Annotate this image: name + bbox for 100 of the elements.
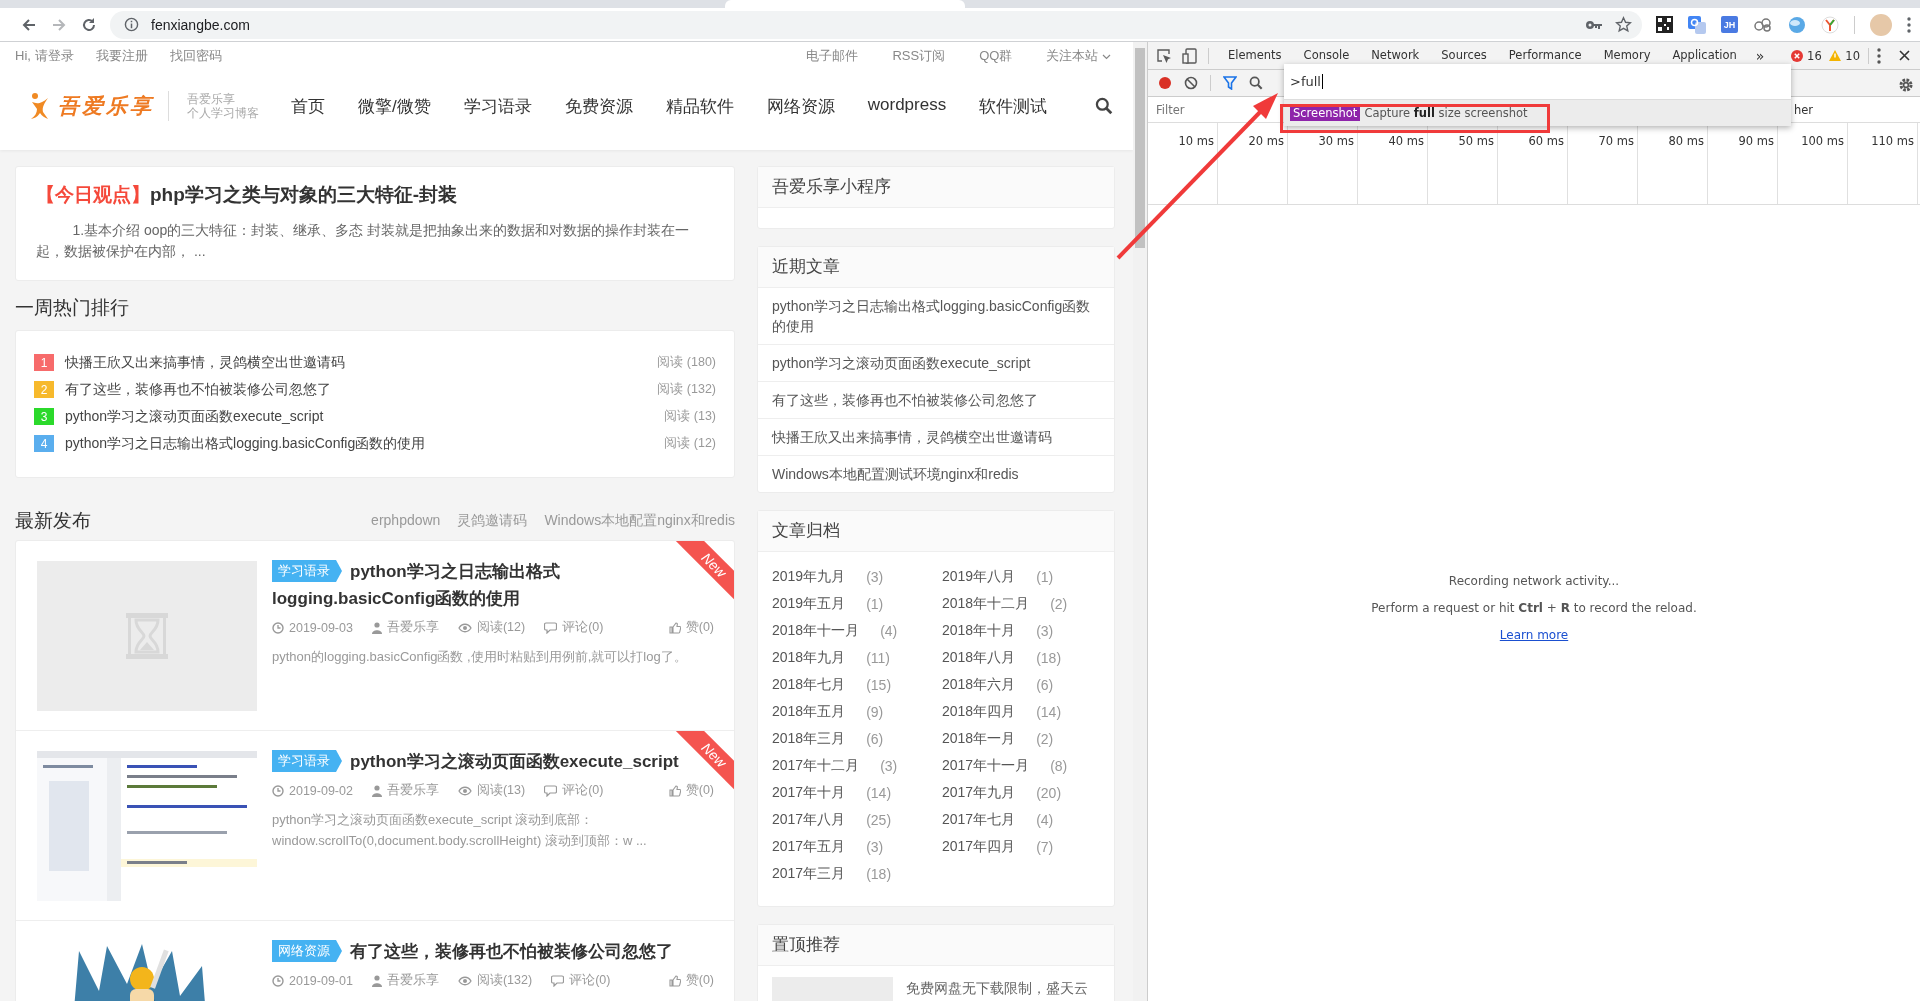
post-date: 2019-09-03 xyxy=(289,620,353,635)
post-title[interactable]: 学习语录 python学习之日志输出格式logging.basicConfig函数的使用 xyxy=(272,558,684,612)
filter-field[interactable]: Filter xyxy=(1154,101,1278,118)
top-link[interactable]: RSS订阅 xyxy=(892,47,946,65)
featured-excerpt: 1.基本介绍 oop的三大特征：封装、继承、多态 封装就是把抽象出来的数据和对数据的操作封装在一起，数据被保护在内部， ... xyxy=(36,221,691,261)
featured-title[interactable]: php学习之类与对象的三大特征-封装 xyxy=(150,184,458,205)
rank-badge: 4 xyxy=(34,435,54,452)
key-icon[interactable] xyxy=(1585,18,1603,31)
record-icon[interactable] xyxy=(1158,76,1172,90)
section-heading: 最新发布 xyxy=(15,509,91,533)
more-icon[interactable] xyxy=(1907,16,1911,33)
archive-link[interactable]: 2019年五月 xyxy=(772,594,846,613)
y-shape-icon[interactable] xyxy=(1821,15,1839,34)
more-icon[interactable] xyxy=(1877,47,1881,64)
archive-link[interactable]: 2018年四月 xyxy=(942,702,1016,721)
top-link[interactable]: 找回密码 xyxy=(169,47,222,65)
recent-post-link[interactable]: Windows本地配置测试环境nginx和redis xyxy=(758,456,1114,492)
nav-link[interactable]: 微擎/微赞 xyxy=(358,94,431,118)
thumbs-up-icon[interactable] xyxy=(668,621,681,634)
comment-icon xyxy=(544,621,558,634)
recent-post-link[interactable]: python学习之日志输出格式logging.basicConfig函数的使用 xyxy=(758,288,1114,345)
nav-link[interactable]: wordpress xyxy=(867,94,947,118)
thumbs-up-icon[interactable] xyxy=(668,784,681,797)
top-link[interactable]: Hi, 请登录 xyxy=(15,47,74,65)
star-icon[interactable] xyxy=(1615,16,1632,33)
command-suggestion[interactable]: Screenshot Capture full size screenshot xyxy=(1284,100,1791,126)
archive-link[interactable]: 2018年三月 xyxy=(772,729,846,748)
archive-link[interactable]: 2018年十一月 xyxy=(772,621,860,640)
nav-link[interactable]: 免费资源 xyxy=(564,94,633,118)
clear-icon[interactable] xyxy=(1184,76,1198,90)
top-link[interactable]: 我要注册 xyxy=(95,47,148,65)
nav-link[interactable]: 学习语录 xyxy=(463,94,532,118)
archive-link[interactable]: 2017年九月 xyxy=(942,783,1016,802)
archive-link[interactable]: 2018年九月 xyxy=(772,648,846,667)
hot-post-link[interactable]: 有了这些，装修再也不怕被装修公司忽悠了 xyxy=(65,380,331,399)
nav-link[interactable]: 精品软件 xyxy=(665,94,734,118)
nav-link[interactable]: 首页 xyxy=(291,94,325,118)
timeline-tick: 50 ms xyxy=(1458,134,1494,148)
timeline-tick: 100 ms xyxy=(1801,134,1844,148)
scrollbar-thumb[interactable] xyxy=(1135,48,1145,248)
filter-option[interactable]: her xyxy=(1794,102,1814,117)
post-title[interactable]: 网络资源 有了这些，装修再也不怕被装修公司忽悠了 xyxy=(272,938,673,965)
archive-link[interactable]: 2017年七月 xyxy=(942,810,1016,829)
info-icon[interactable] xyxy=(124,17,139,32)
back-icon[interactable] xyxy=(21,16,37,33)
recent-post-link[interactable]: 快播王欣又出来搞事情，灵鸽横空出世邀请码 xyxy=(758,419,1114,456)
timeline-tick: 70 ms xyxy=(1598,134,1634,148)
hot-post-link[interactable]: python学习之滚动页面函数execute_script xyxy=(65,407,324,426)
clock-icon xyxy=(272,974,284,987)
archive-count: (3) xyxy=(1036,622,1054,639)
address-bar[interactable]: fenxiangbe.com xyxy=(110,10,1642,39)
device-toggle-icon[interactable] xyxy=(1182,47,1198,64)
close-icon[interactable] xyxy=(1899,50,1910,61)
archive-link[interactable]: 2018年一月 xyxy=(942,729,1016,748)
archive-link[interactable]: 2018年八月 xyxy=(942,648,1016,667)
archive-link[interactable]: 2018年七月 xyxy=(772,675,846,694)
archive-link[interactable]: 2017年五月 xyxy=(772,837,846,856)
chevron-down-icon xyxy=(1102,54,1111,60)
archive-link[interactable]: 2017年十二月 xyxy=(772,756,860,775)
hot-post-link[interactable]: python学习之日志输出格式logging.basicConfig函数的使用 xyxy=(65,434,426,453)
issues-counter[interactable]: 16 10 xyxy=(1791,48,1868,63)
qr-code-icon[interactable] xyxy=(1656,16,1673,33)
archive-link[interactable]: 2018年五月 xyxy=(772,702,846,721)
read-count: 阅读(13) xyxy=(476,782,526,799)
recent-post-link[interactable]: 有了这些，装修再也不怕被装修公司忽悠了 xyxy=(758,382,1114,419)
archive-link[interactable]: 2019年九月 xyxy=(772,567,846,586)
archive-link[interactable]: 2017年八月 xyxy=(772,810,846,829)
archive-link[interactable]: 2018年十月 xyxy=(942,621,1016,640)
search-icon[interactable] xyxy=(1249,76,1263,90)
hot-post-link[interactable]: 快播王欣又出来搞事情，灵鸽横空出世邀请码 xyxy=(65,353,345,372)
search-icon[interactable] xyxy=(1095,97,1113,115)
filter-icon[interactable] xyxy=(1223,76,1237,90)
post-excerpt: python学习之滚动页面函数execute_script 滚动到底部：window.scrollTo(0,document.body.scrollHeight) 滚动到顶部：w ... xyxy=(272,811,648,850)
archive-link[interactable]: 2018年六月 xyxy=(942,675,1016,694)
archive-link[interactable]: 2017年十一月 xyxy=(942,756,1030,775)
thumbs-up-icon[interactable] xyxy=(668,974,681,987)
reload-icon[interactable] xyxy=(81,16,97,33)
follow-menu[interactable]: 关注本站 xyxy=(1046,47,1111,65)
inspect-icon[interactable] xyxy=(1156,47,1172,64)
pinned-post-link[interactable]: 免费网盘无下载限制，盛天云 xyxy=(906,977,1088,1001)
recent-post-link[interactable]: python学习之滚动页面函数execute_script xyxy=(758,345,1114,382)
archive-count: (6) xyxy=(866,730,884,747)
extension-icon[interactable]: JH xyxy=(1721,16,1738,33)
globe-icon[interactable] xyxy=(1788,15,1806,34)
nav-link[interactable]: 网络资源 xyxy=(766,94,835,118)
translate-icon[interactable] xyxy=(1688,15,1706,34)
settings-icon[interactable] xyxy=(1898,77,1914,93)
nav-link[interactable]: 软件测试 xyxy=(979,94,1048,118)
archive-link[interactable]: 2017年四月 xyxy=(942,837,1016,856)
top-link[interactable]: QQ群 xyxy=(979,47,1013,65)
archive-link[interactable]: 2019年八月 xyxy=(942,567,1016,586)
archive-count: (2) xyxy=(1036,730,1054,747)
top-link[interactable]: 电子邮件 xyxy=(806,47,859,65)
rank-badge: 3 xyxy=(34,408,54,425)
archive-link[interactable]: 2018年十二月 xyxy=(942,594,1030,613)
archive-count: (14) xyxy=(1036,703,1062,720)
more-tabs-button[interactable]: » xyxy=(1747,47,1773,64)
archive-link[interactable]: 2017年三月 xyxy=(772,864,846,883)
archive-link[interactable]: 2017年十月 xyxy=(772,783,846,802)
learn-more-link[interactable]: Learn more xyxy=(1499,628,1569,642)
